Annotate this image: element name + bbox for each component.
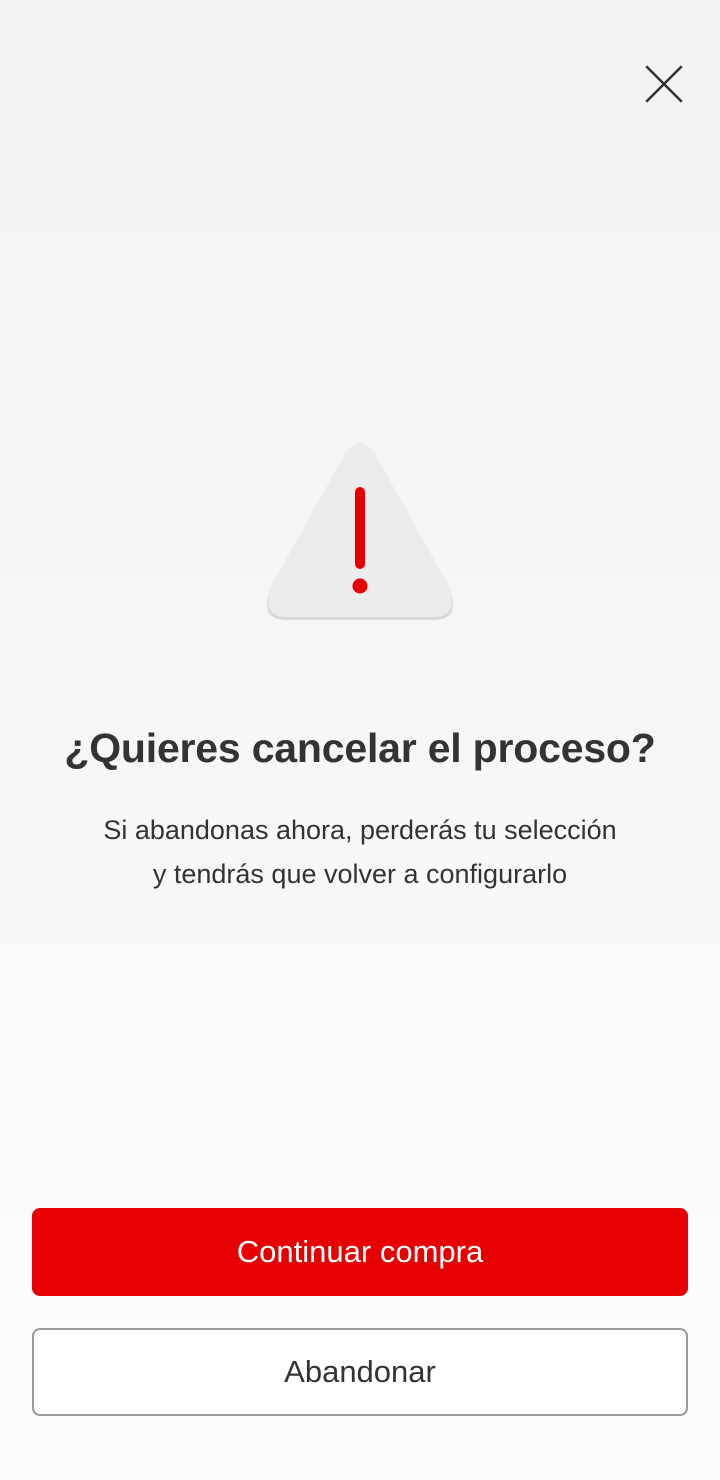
continue-purchase-button[interactable]: Continuar compra: [32, 1208, 688, 1296]
abandon-label: Abandonar: [284, 1354, 436, 1389]
dialog-message: Si abandonas ahora, perderás tu selecció…: [60, 808, 660, 896]
close-icon: [645, 65, 683, 103]
continue-purchase-label: Continuar compra: [236, 1234, 484, 1269]
message-line-1: Si abandonas ahora, perderás tu selecció…: [103, 815, 617, 845]
abandon-button[interactable]: Abandonar: [32, 1328, 688, 1416]
warning-triangle-icon: [266, 443, 454, 620]
message-line-2: y tendrás que volver a configurarlo: [152, 859, 568, 889]
dialog-title: ¿Quieres cancelar el proceso?: [64, 725, 656, 771]
close-button[interactable]: [636, 56, 692, 112]
